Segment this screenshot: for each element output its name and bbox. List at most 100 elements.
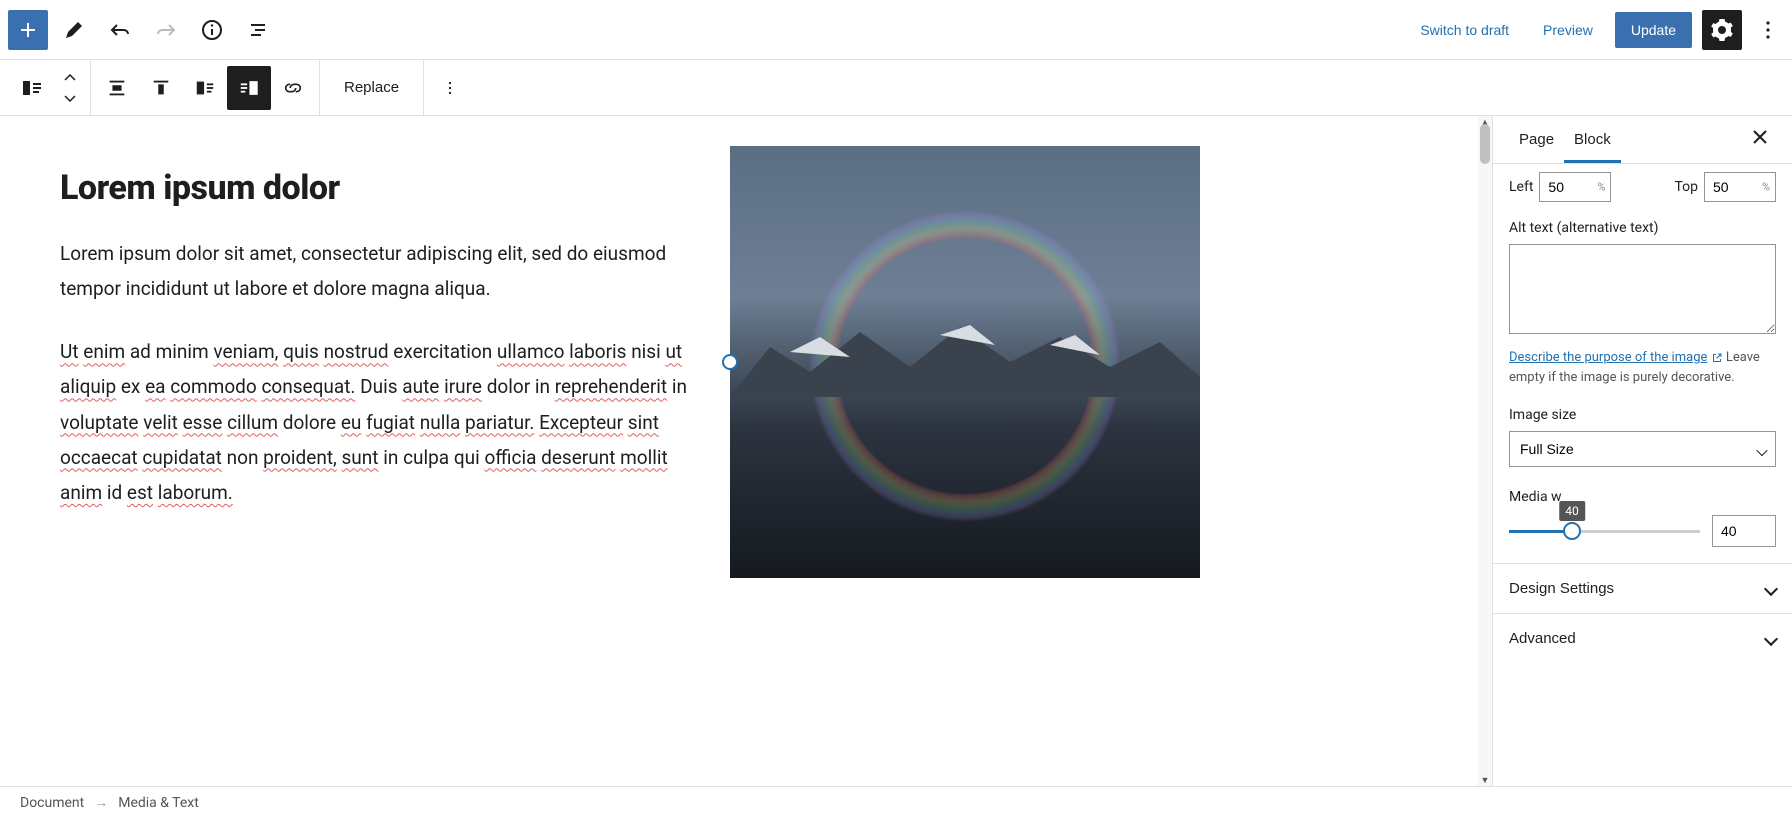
move-down-button[interactable]	[54, 88, 86, 108]
resize-handle[interactable]	[722, 354, 738, 370]
info-button[interactable]	[192, 10, 232, 50]
media-left-button[interactable]	[183, 66, 227, 110]
breadcrumb-current[interactable]: Media & Text	[118, 795, 199, 811]
media-width-input[interactable]	[1712, 515, 1776, 547]
media-right-button[interactable]	[227, 66, 271, 110]
paragraph-2[interactable]: Ut enim ad minim veniam, quis nostrud ex…	[60, 334, 700, 510]
alt-text-help: Describe the purpose of the image Leave …	[1509, 348, 1776, 387]
media-right-icon	[238, 77, 260, 99]
breadcrumb: Document → Media & Text	[0, 786, 1792, 818]
replace-group: Replace	[320, 60, 424, 115]
design-settings-toggle[interactable]: Design Settings	[1493, 564, 1792, 613]
scroll-down-arrow[interactable]: ▼	[1478, 774, 1492, 786]
list-view-icon	[246, 18, 270, 42]
canvas-wrap: Lorem ipsum dolor Lorem ipsum dolor sit …	[0, 116, 1492, 786]
header-right-tools: Switch to draft Preview Update	[1408, 10, 1784, 50]
plus-icon	[16, 18, 40, 42]
info-icon	[200, 18, 224, 42]
vertical-align-top-icon	[150, 77, 172, 99]
canvas[interactable]: Lorem ipsum dolor Lorem ipsum dolor sit …	[0, 116, 1492, 786]
advanced-label: Advanced	[1509, 630, 1576, 647]
switch-to-draft-button[interactable]: Switch to draft	[1408, 14, 1521, 46]
percent-suffix: %	[1762, 181, 1770, 194]
more-menu-button[interactable]	[1752, 10, 1784, 50]
block-type-group	[6, 60, 91, 115]
editor-header: Switch to draft Preview Update	[0, 0, 1792, 60]
media-width-slider[interactable]: 40	[1509, 521, 1700, 541]
design-settings-label: Design Settings	[1509, 580, 1614, 597]
vertical-align-button[interactable]	[139, 66, 183, 110]
slider-tooltip: 40	[1559, 501, 1585, 521]
design-settings-panel: Design Settings	[1493, 563, 1792, 613]
external-link-icon	[1711, 352, 1723, 364]
percent-suffix: %	[1597, 181, 1605, 194]
focal-left: Left %	[1509, 172, 1611, 202]
settings-button[interactable]	[1702, 10, 1742, 50]
more-options-group	[424, 60, 476, 115]
breadcrumb-root[interactable]: Document	[20, 795, 84, 811]
media-width-row: 40	[1509, 515, 1776, 547]
link-icon	[282, 77, 304, 99]
settings-sidebar: Page Block Left % Top %	[1492, 116, 1792, 786]
focal-top-label: Top	[1674, 179, 1698, 195]
media-width-label: Media w	[1509, 489, 1776, 505]
advanced-panel: Advanced	[1493, 613, 1792, 663]
alignment-group	[91, 60, 320, 115]
undo-button[interactable]	[100, 10, 140, 50]
chevron-up-icon	[64, 74, 76, 82]
advanced-toggle[interactable]: Advanced	[1493, 614, 1792, 663]
block-type-button[interactable]	[10, 66, 54, 110]
replace-button[interactable]: Replace	[324, 66, 419, 110]
close-sidebar-button[interactable]	[1744, 121, 1776, 158]
paragraph-1[interactable]: Lorem ipsum dolor sit amet, consectetur …	[60, 236, 700, 306]
sidebar-tabs: Page Block	[1493, 116, 1792, 164]
vertical-scrollbar[interactable]: ▲ ▼	[1478, 116, 1492, 786]
move-up-button[interactable]	[54, 68, 86, 88]
undo-icon	[108, 18, 132, 42]
image-size-select[interactable]: Full Size	[1509, 431, 1776, 467]
preview-button[interactable]: Preview	[1531, 14, 1605, 46]
add-block-button[interactable]	[8, 10, 48, 50]
alt-text-input[interactable]	[1509, 244, 1776, 334]
more-vertical-icon	[440, 78, 460, 98]
alt-help-link[interactable]: Describe the purpose of the image	[1509, 350, 1707, 365]
header-left-tools	[8, 10, 278, 50]
chevron-down-icon	[1764, 631, 1778, 645]
chevron-down-icon	[64, 94, 76, 102]
alt-text-label: Alt text (alternative text)	[1509, 220, 1776, 236]
redo-icon	[154, 18, 178, 42]
update-button[interactable]: Update	[1615, 12, 1692, 48]
gear-icon	[1710, 18, 1734, 42]
block-toolbar: Replace	[0, 60, 1792, 116]
align-center-icon	[106, 77, 128, 99]
scrollbar-thumb[interactable]	[1480, 124, 1490, 164]
focal-point-row: Left % Top %	[1509, 172, 1776, 202]
more-vertical-icon	[1756, 18, 1780, 42]
media-column[interactable]	[730, 146, 1200, 578]
heading[interactable]: Lorem ipsum dolor	[60, 168, 700, 208]
media-left-icon	[194, 77, 216, 99]
block-more-button[interactable]	[428, 66, 472, 110]
block-movers	[54, 68, 86, 108]
focal-top: Top %	[1674, 172, 1776, 202]
focal-left-label: Left	[1509, 179, 1533, 195]
tab-page[interactable]: Page	[1509, 117, 1564, 162]
media-text-block[interactable]: Lorem ipsum dolor Lorem ipsum dolor sit …	[60, 146, 1432, 578]
media-image[interactable]	[730, 146, 1200, 578]
pencil-icon	[62, 18, 86, 42]
text-column[interactable]: Lorem ipsum dolor Lorem ipsum dolor sit …	[60, 146, 700, 538]
redo-button[interactable]	[146, 10, 186, 50]
block-panel-body: Left % Top % Alt text (alternative text)	[1493, 164, 1792, 563]
tools-button[interactable]	[54, 10, 94, 50]
outline-button[interactable]	[238, 10, 278, 50]
breadcrumb-separator: →	[94, 794, 108, 811]
slider-thumb[interactable]	[1563, 522, 1581, 540]
tab-block[interactable]: Block	[1564, 117, 1621, 162]
paragraph-1-text: Lorem ipsum dolor sit amet, consectetur …	[60, 242, 666, 300]
align-button[interactable]	[95, 66, 139, 110]
image-size-label: Image size	[1509, 407, 1776, 423]
close-icon	[1752, 129, 1768, 145]
link-button[interactable]	[271, 66, 315, 110]
media-text-icon	[20, 76, 44, 100]
chevron-down-icon	[1764, 581, 1778, 595]
